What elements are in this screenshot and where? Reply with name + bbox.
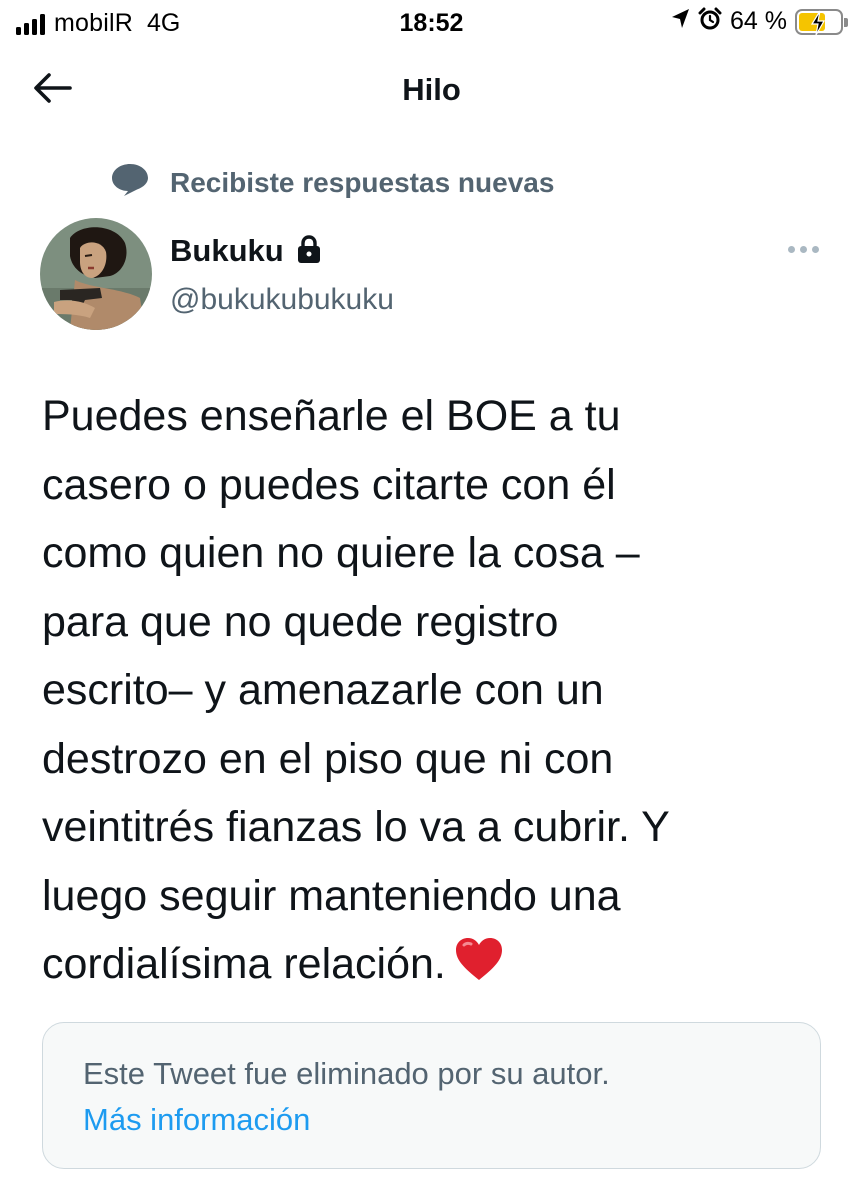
- more-info-link[interactable]: Más información: [83, 1097, 780, 1143]
- tweet-text: Puedes enseñarle el BOE a tu casero o pu…: [42, 382, 832, 1003]
- tweet-line-text: cordialísima relación.: [42, 940, 446, 988]
- deleted-notice-text: Este Tweet fue eliminado por su autor.: [83, 1056, 610, 1091]
- battery-percent: 64 %: [730, 7, 787, 35]
- status-bar-right: 64 %: [670, 7, 848, 36]
- avatar[interactable]: [40, 218, 152, 330]
- author-name: Bukuku: [170, 232, 284, 268]
- page-title: Hilo: [402, 72, 461, 107]
- lock-icon: [296, 234, 322, 269]
- location-arrow-icon: [670, 8, 690, 35]
- tweet-line: luego seguir manteniendo una: [42, 871, 621, 920]
- tweet-line: Puedes enseñarle el BOE a tu: [42, 392, 621, 440]
- tweet-line: para que no quede registro: [42, 597, 559, 646]
- tweet-last-line: cordialísima relación.: [42, 930, 832, 1003]
- tweet-line: casero o puedes citarte con él: [42, 460, 616, 509]
- speech-bubble-icon: [110, 162, 150, 203]
- context-label: Recibiste respuestas nuevas: [170, 166, 555, 198]
- author-name-row[interactable]: Bukuku: [170, 232, 322, 269]
- tweet-line: escrito– y amenazarle con un: [42, 666, 604, 714]
- nav-bar: Hilo: [0, 50, 863, 132]
- more-dots-icon[interactable]: [782, 240, 825, 259]
- tweet-line: como quien no quiere la cosa –: [42, 529, 640, 577]
- tweet-line: destrozo en el piso que ni con: [42, 734, 614, 783]
- author-handle[interactable]: @bukukubukuku: [170, 283, 394, 317]
- status-bar: mobilR 4G 18:52 64 %: [0, 0, 863, 46]
- alarm-clock-icon: [698, 7, 722, 36]
- thread-screen: mobilR 4G 18:52 64 % Hilo Recibiste resp…: [0, 0, 863, 1200]
- battery-charging-icon: [795, 8, 848, 35]
- social-context: Recibiste respuestas nuevas: [110, 162, 554, 203]
- deleted-tweet-notice: Este Tweet fue eliminado por su autor. M…: [42, 1022, 821, 1169]
- red-heart-icon: [454, 934, 504, 1003]
- tweet-line: veintitrés fianzas lo va a cubrir. Y: [42, 803, 670, 851]
